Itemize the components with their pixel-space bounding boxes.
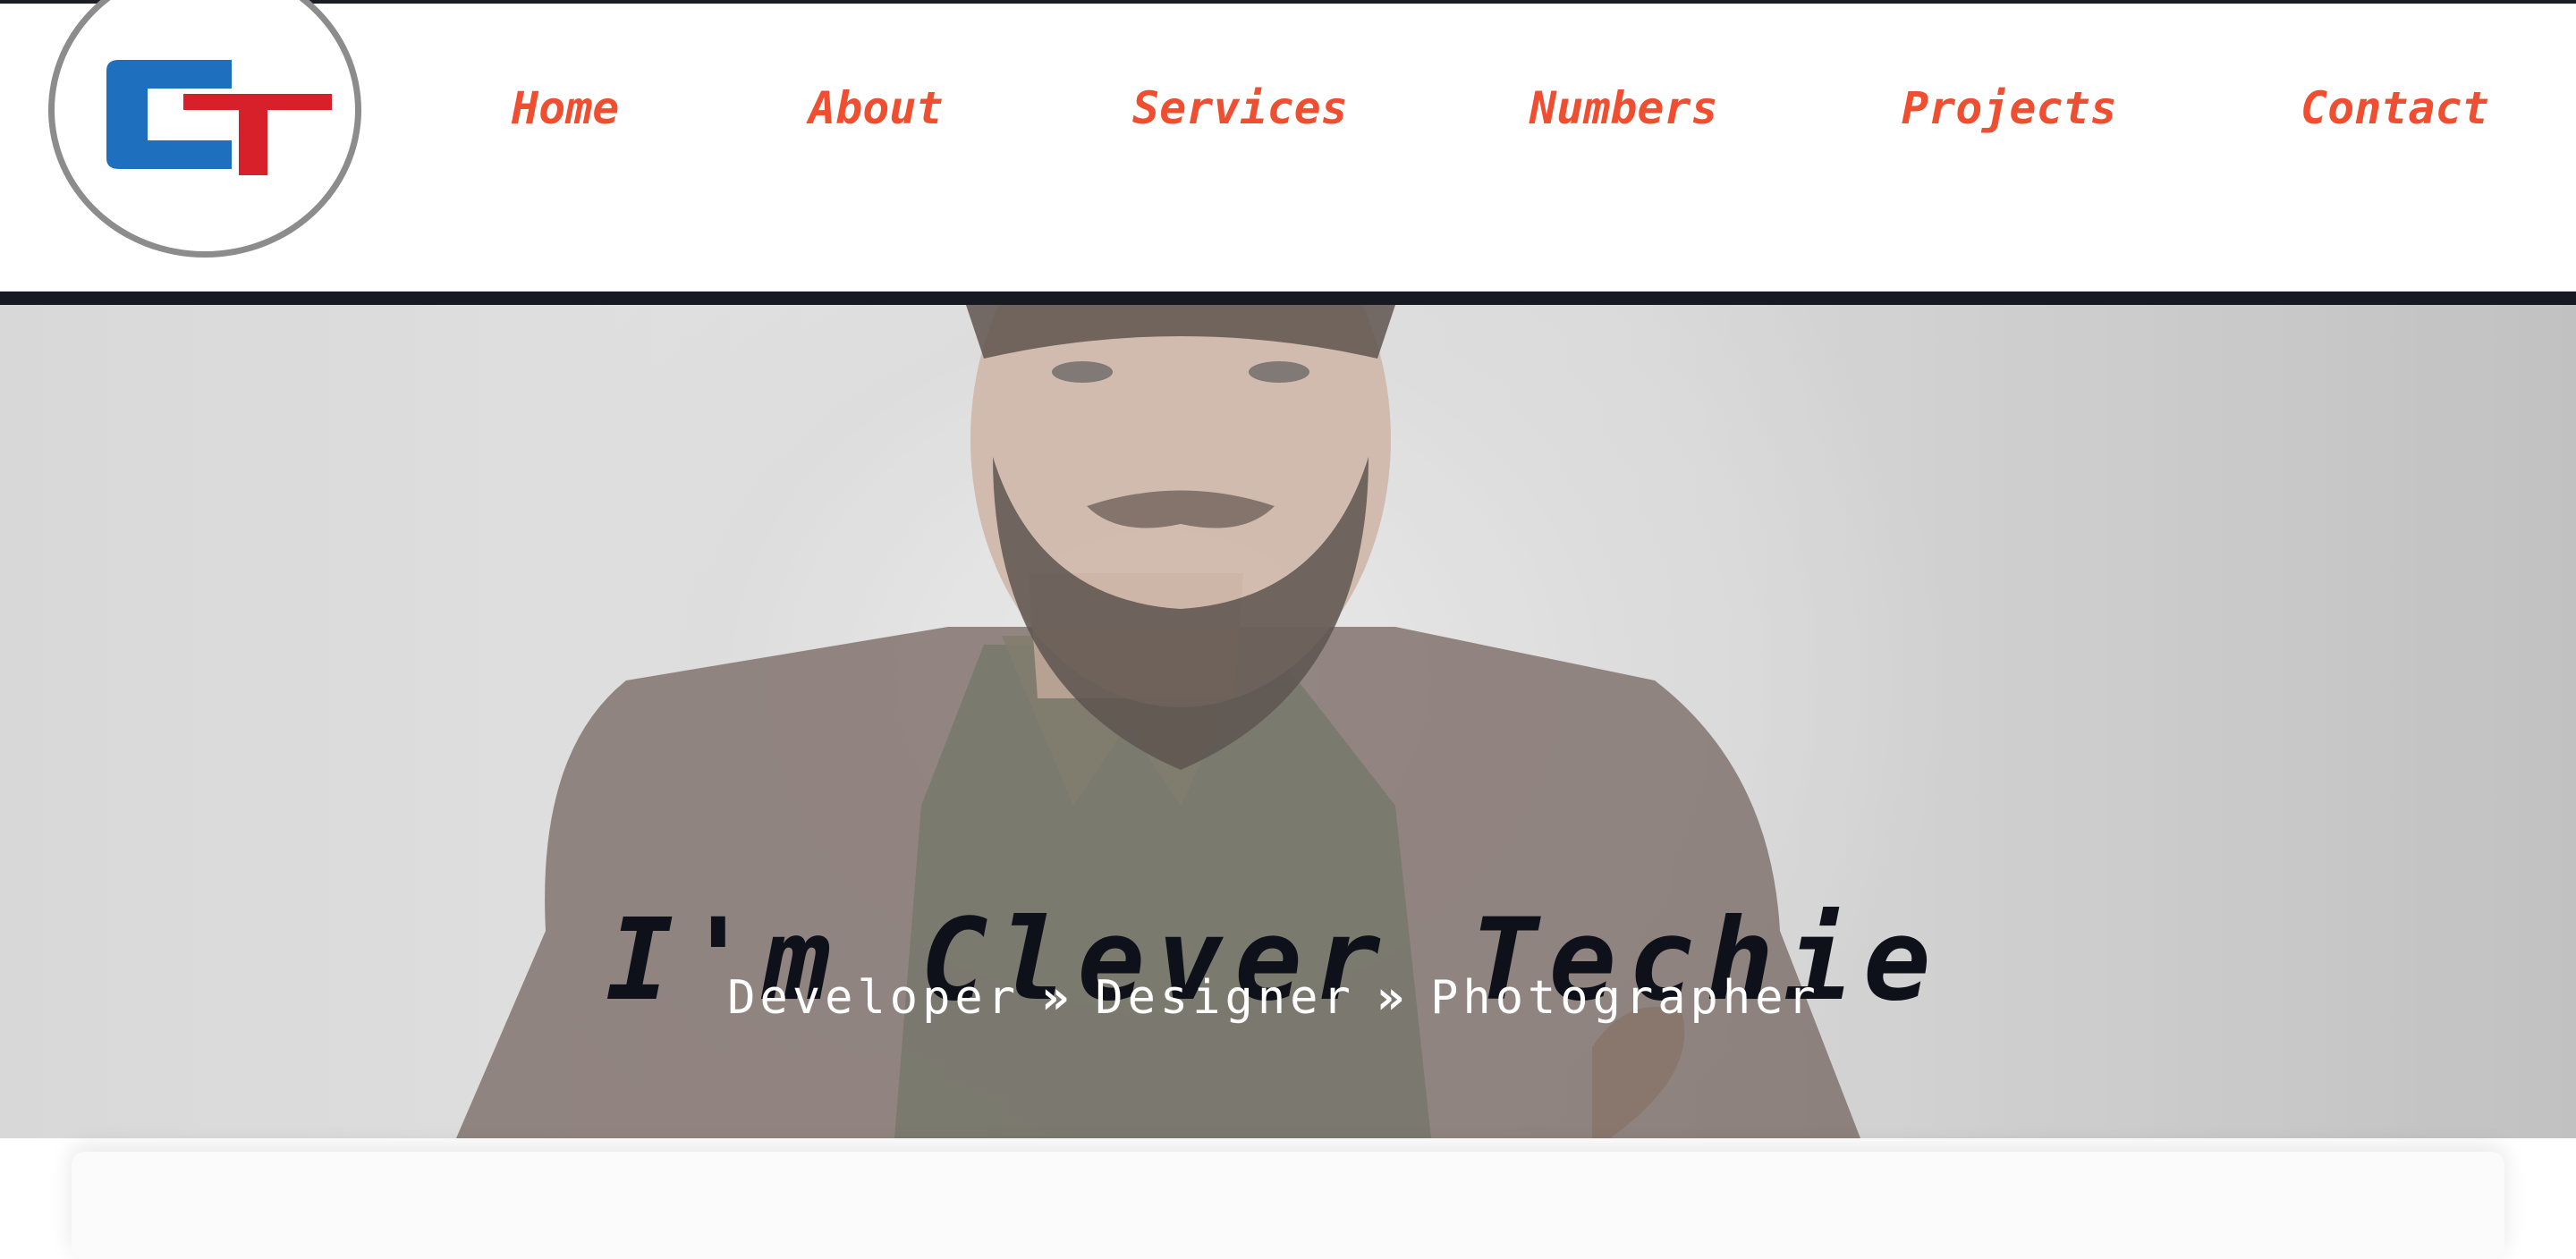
header-divider — [0, 292, 2576, 305]
nav-services[interactable]: Services — [1132, 77, 1348, 139]
main-nav: Home About Services Numbers Projects Con… — [0, 4, 2576, 209]
site-header: Home About Services Numbers Projects Con… — [0, 0, 2576, 292]
nav-contact[interactable]: Contact — [2301, 77, 2489, 139]
role-developer: Developer — [727, 971, 1020, 1025]
nav-numbers[interactable]: Numbers — [1530, 77, 1718, 139]
double-chevron-right-icon: » — [1376, 971, 1410, 1025]
double-chevron-right-icon: » — [1041, 971, 1074, 1025]
role-designer: Designer — [1095, 971, 1355, 1025]
nav-home[interactable]: Home — [512, 77, 619, 139]
hero-subtitle: Developer » Designer » Photographer — [0, 971, 2547, 1025]
content-card — [72, 1152, 2504, 1259]
hero-section: I'm Clever Techie Developer» Designer» Pho… — [0, 305, 2576, 1138]
nav-projects[interactable]: Projects — [1902, 77, 2117, 139]
role-photographer: Photographer — [1430, 971, 1820, 1025]
nav-about[interactable]: About — [809, 77, 944, 139]
